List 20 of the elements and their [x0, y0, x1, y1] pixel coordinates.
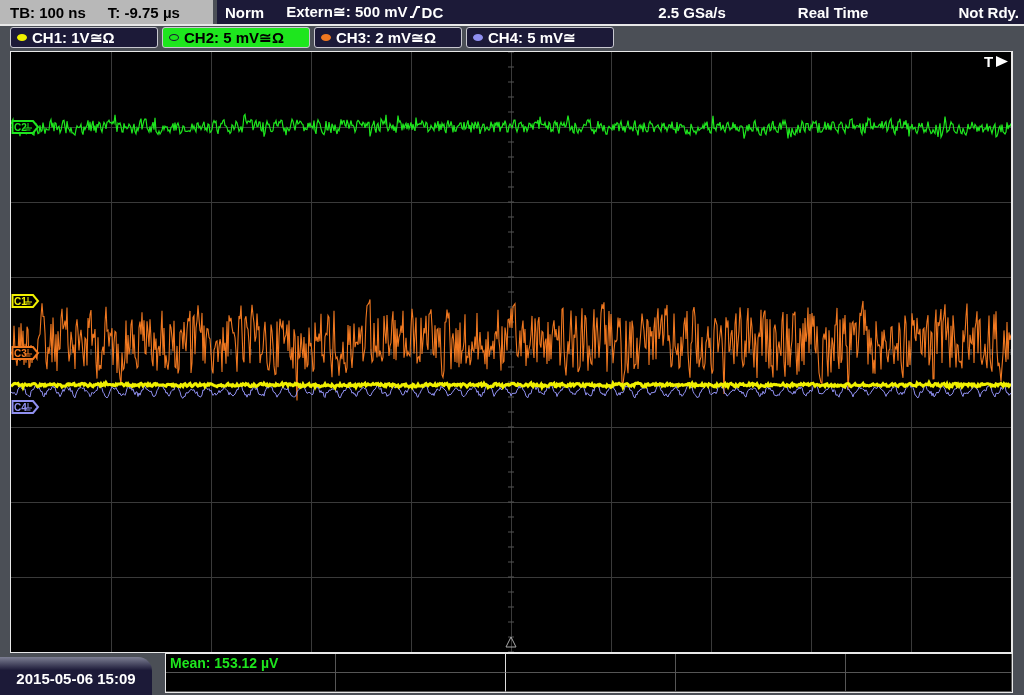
channel-tab[interactable]: CH3: 2 mV≅Ω	[314, 27, 462, 48]
coupling-label: DC	[421, 3, 444, 21]
channel-marker[interactable]: C4	[11, 400, 40, 414]
measurement-value: Mean: 153.12 µV	[166, 654, 336, 673]
rising-edge-icon	[408, 5, 421, 19]
channel-tab[interactable]: CH4: 5 mV≅	[466, 27, 614, 48]
trigger-mode-label: Norm	[225, 3, 265, 21]
acquisition-mode-label: Real Time	[797, 3, 869, 21]
trigger-position-icon	[505, 636, 517, 648]
trigger-time-label: T: -9.75 µs	[107, 3, 180, 21]
trigger-source-label: Extern≅: 500 mV	[286, 3, 408, 21]
sample-rate-label: 2.5 GSa/s	[658, 3, 726, 21]
date-time-label: 2015-05-06 15:09	[0, 657, 152, 695]
timebase-label: TB: 100 ns	[10, 3, 86, 21]
channel-marker[interactable]: C3	[11, 346, 40, 360]
status-label: Not Rdy.	[958, 3, 1019, 21]
channel-marker[interactable]: C2	[11, 120, 40, 134]
channel-tab[interactable]: CH2: 5 mV≅Ω	[162, 27, 310, 48]
channel-tab[interactable]: CH1: 1V≅Ω	[10, 27, 158, 48]
channel-marker[interactable]: C1	[11, 294, 40, 308]
